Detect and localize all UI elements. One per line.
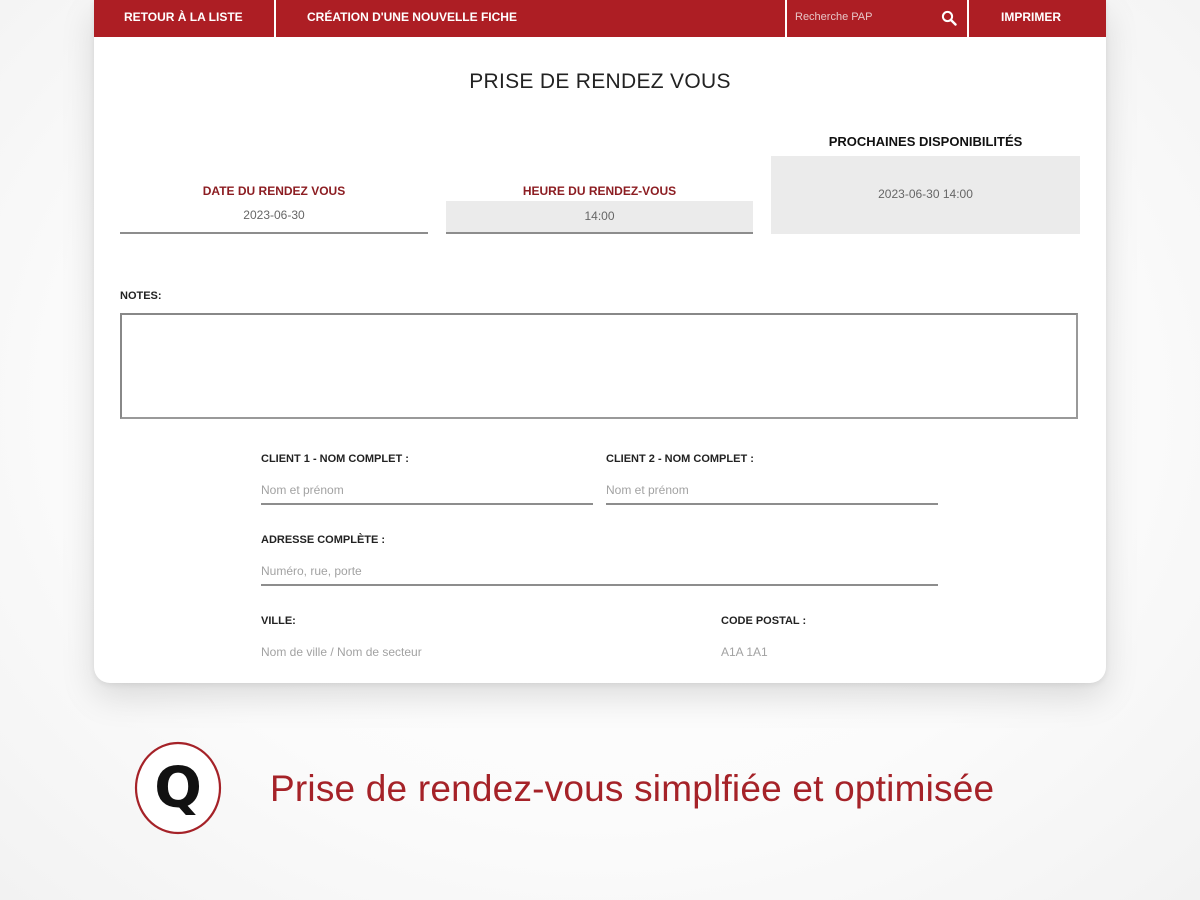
postal-code-field[interactable] bbox=[721, 639, 938, 665]
date-input[interactable]: 2023-06-30 bbox=[120, 202, 428, 234]
q-logo-icon: Q bbox=[134, 741, 222, 835]
address-label: ADRESSE COMPLÈTE : bbox=[261, 534, 386, 546]
search-icon[interactable] bbox=[941, 10, 957, 26]
nav-divider bbox=[274, 0, 276, 37]
city-field[interactable] bbox=[261, 639, 661, 665]
new-record-button[interactable]: Création d'une nouvelle fiche bbox=[307, 0, 517, 37]
back-to-list-button[interactable]: Retour à la liste bbox=[124, 0, 243, 37]
page-title: PRISE DE RENDEZ VOUS bbox=[469, 70, 731, 93]
search-box bbox=[787, 0, 967, 37]
app-window: Retour à la liste Création d'une nouvell… bbox=[94, 0, 1106, 683]
notes-textarea[interactable] bbox=[120, 313, 1078, 419]
top-navigation-bar: Retour à la liste Création d'une nouvell… bbox=[94, 0, 1106, 37]
client1-label: CLIENT 1 - NOM COMPLET : bbox=[261, 453, 409, 465]
date-label: DATE DU RENDEZ VOUS bbox=[202, 184, 346, 198]
availability-value: 2023-06-30 14:00 bbox=[878, 187, 973, 201]
city-label: VILLE: bbox=[261, 615, 296, 627]
search-input[interactable] bbox=[795, 0, 935, 34]
time-input[interactable]: 14:00 bbox=[446, 201, 753, 234]
postal-code-label: CODE POSTAL : bbox=[721, 615, 807, 627]
availability-box[interactable]: 2023-06-30 14:00 bbox=[771, 156, 1080, 234]
client2-name-field[interactable] bbox=[606, 477, 938, 505]
notes-label: NOTES: bbox=[120, 290, 162, 302]
nav-divider bbox=[967, 0, 969, 37]
availability-title: PROCHAINES DISPONIBILITÉS bbox=[828, 134, 1023, 149]
time-value: 14:00 bbox=[584, 209, 615, 223]
tagline: Prise de rendez-vous simplfiée et optimi… bbox=[270, 768, 995, 809]
logo-letter: Q bbox=[154, 756, 202, 821]
client2-label: CLIENT 2 - NOM COMPLET : bbox=[606, 453, 754, 465]
date-value: 2023-06-30 bbox=[243, 208, 305, 222]
print-button[interactable]: Imprimer bbox=[1001, 0, 1061, 37]
time-label: HEURE DU RENDEZ-VOUS bbox=[522, 184, 677, 198]
client1-name-field[interactable] bbox=[261, 477, 593, 505]
address-field[interactable] bbox=[261, 558, 938, 586]
